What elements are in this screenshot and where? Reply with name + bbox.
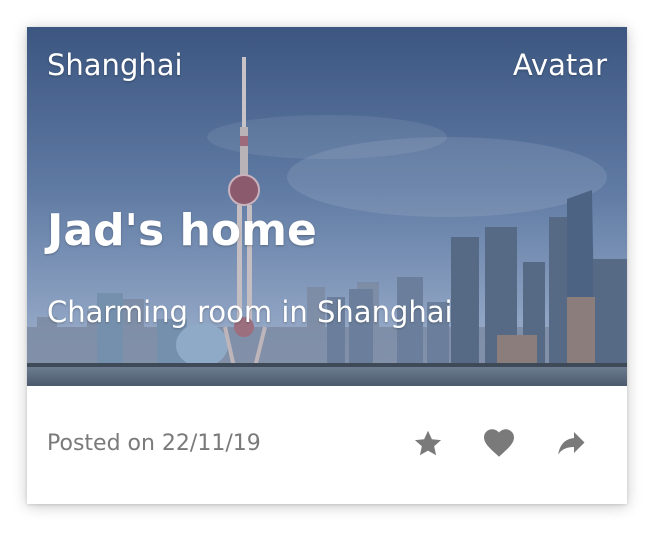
listing-subtitle: Charming room in Shanghai — [47, 295, 453, 329]
share-icon — [558, 432, 585, 455]
favorite-star-button[interactable] — [410, 426, 446, 462]
posted-date: Posted on 22/11/19 — [47, 431, 261, 456]
like-heart-button[interactable] — [481, 426, 517, 462]
listing-card[interactable]: Shanghai Avatar Jad's home Charming room… — [27, 27, 627, 504]
star-icon — [414, 430, 442, 456]
listing-title: Jad's home — [47, 205, 317, 256]
avatar[interactable]: Avatar — [513, 48, 607, 82]
location-label: Shanghai — [47, 48, 183, 82]
share-button[interactable] — [553, 426, 589, 462]
hero-image: Shanghai Avatar Jad's home Charming room… — [27, 27, 627, 386]
heart-icon — [484, 429, 514, 457]
card-footer: Posted on 22/11/19 — [27, 386, 627, 504]
